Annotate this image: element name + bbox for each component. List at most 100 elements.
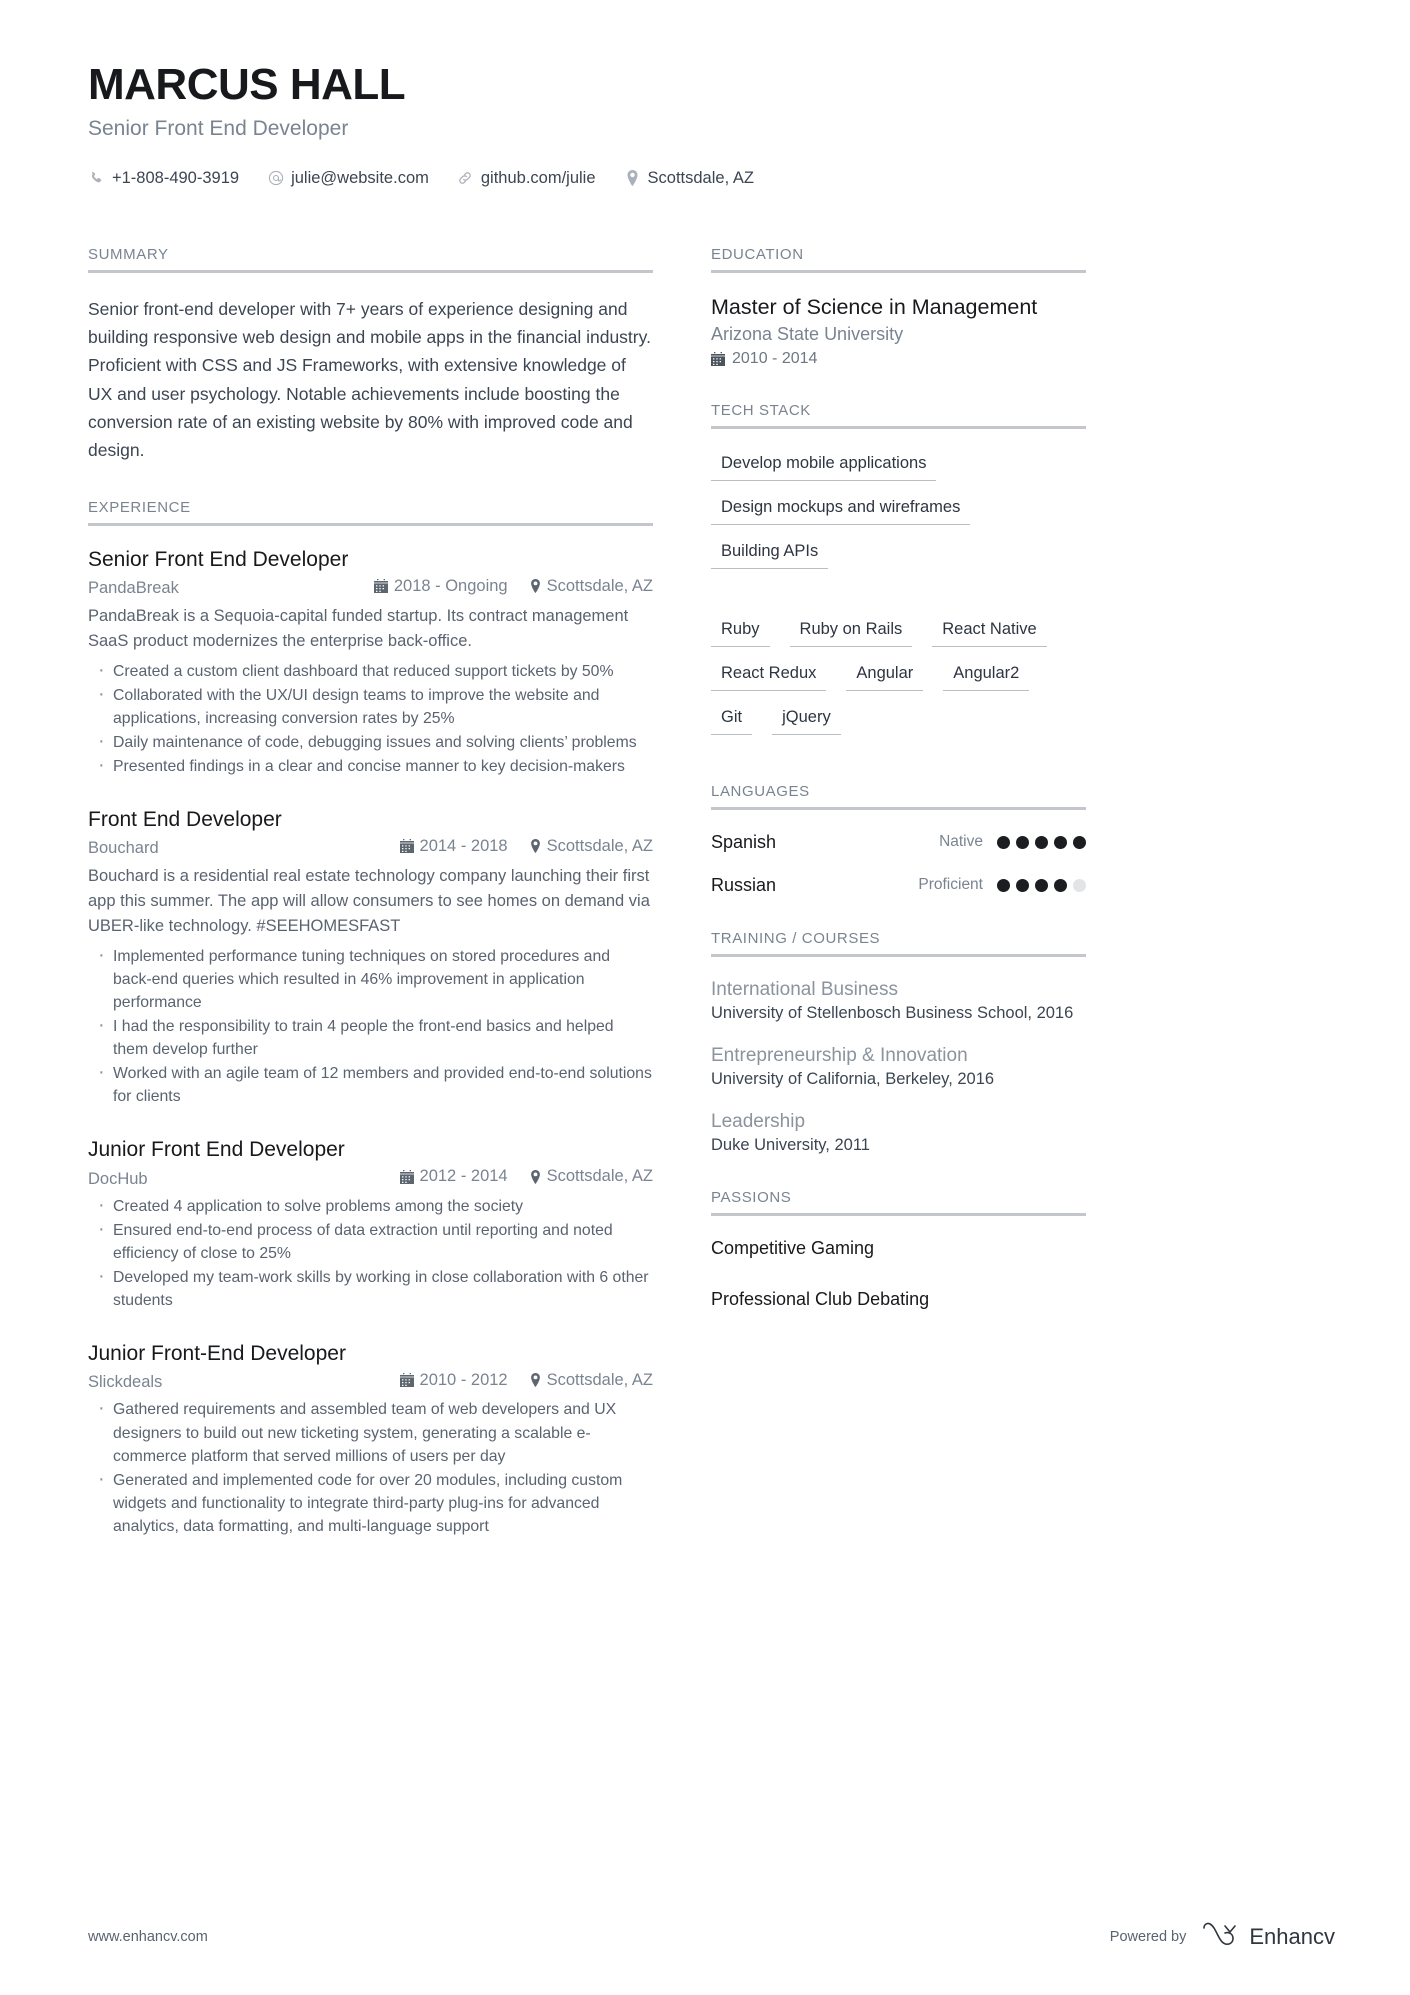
job-bullet: Daily maintenance of code, debugging iss… bbox=[88, 728, 653, 754]
tech-stack-skill[interactable]: Git bbox=[711, 705, 753, 735]
tech-stack-skill[interactable]: Angular2 bbox=[943, 661, 1030, 691]
job-bullet: Gathered requirements and assembled team… bbox=[88, 1395, 653, 1467]
tech-stack-section-title: TECH STACK bbox=[711, 402, 1086, 429]
passion-item: Professional Club Debating bbox=[711, 1288, 930, 1309]
location-pin-icon bbox=[624, 170, 641, 187]
training-item: Entrepreneurship & Innovation University… bbox=[711, 1045, 1086, 1089]
job-title: Junior Front-End Developer bbox=[88, 1341, 346, 1365]
contact-phone-value: +1-808-490-3919 bbox=[112, 168, 240, 187]
job-bullet: Ensured end-to-end process of data extra… bbox=[88, 1216, 653, 1265]
tech-stack-primary-list: Develop mobile applications Design mocku… bbox=[711, 451, 1086, 583]
rating-dot-empty bbox=[1073, 878, 1086, 892]
job-bullets: Implemented performance tuning technique… bbox=[88, 942, 653, 1108]
language-rating-dots bbox=[997, 835, 1086, 849]
education-date: 2010 - 2014 bbox=[711, 350, 1086, 368]
contact-location[interactable]: Scottsdale, AZ bbox=[624, 169, 754, 188]
job-bullet: Collaborated with the UX/UI design teams… bbox=[88, 681, 653, 730]
job-meta: Slickdeals 2010 - 2012 Scottsdale, AZ bbox=[88, 1371, 653, 1393]
job-date-value: 2012 - 2014 bbox=[419, 1167, 508, 1186]
experience-item: Junior Front-End Developer Slickdeals 20… bbox=[88, 1342, 653, 1538]
experience-item: Senior Front End Developer PandaBreak 20… bbox=[88, 548, 653, 778]
training-detail: University of California, Berkeley, 2016 bbox=[711, 1069, 995, 1088]
contact-email[interactable]: julie@website.com bbox=[267, 169, 429, 188]
language-level: Proficient bbox=[918, 876, 983, 894]
calendar-icon bbox=[399, 839, 414, 854]
tech-stack-section: TECH STACK Develop mobile applications D… bbox=[711, 402, 1086, 749]
job-date: 2010 - 2012 bbox=[399, 1370, 508, 1390]
language-item: Spanish Native bbox=[711, 832, 1086, 853]
job-date-value: 2010 - 2012 bbox=[419, 1370, 508, 1389]
education-section-title: EDUCATION bbox=[711, 246, 1086, 273]
footer-website[interactable]: www.enhancv.com bbox=[88, 1929, 208, 1945]
email-icon bbox=[267, 170, 284, 187]
resume-page: MARCUS HALL Senior Front End Developer +… bbox=[0, 0, 1410, 1995]
powered-by-label: Powered by bbox=[1109, 1929, 1187, 1945]
job-location-value: Scottsdale, AZ bbox=[546, 1370, 653, 1389]
job-date: 2014 - 2018 bbox=[399, 836, 508, 856]
job-company: Bouchard bbox=[88, 839, 159, 858]
calendar-icon bbox=[399, 1373, 414, 1388]
job-location-value: Scottsdale, AZ bbox=[546, 836, 653, 855]
experience-section-title: EXPERIENCE bbox=[88, 499, 653, 526]
location-pin-icon bbox=[530, 579, 541, 594]
contact-row: +1-808-490-3919 julie@website.com github… bbox=[88, 169, 1335, 188]
tech-stack-skill[interactable]: Ruby bbox=[711, 617, 770, 647]
summary-section-title: SUMMARY bbox=[88, 246, 653, 273]
rating-dot-filled bbox=[1016, 878, 1029, 892]
job-date-value: 2014 - 2018 bbox=[419, 836, 508, 855]
rating-dot-filled bbox=[997, 835, 1010, 849]
job-title: Senior Front End Developer bbox=[88, 547, 349, 571]
rating-dot-filled bbox=[1016, 835, 1029, 849]
language-name: Russian bbox=[711, 874, 777, 895]
job-bullets: Created 4 application to solve problems … bbox=[88, 1192, 653, 1312]
tech-stack-item[interactable]: Develop mobile applications bbox=[711, 451, 937, 481]
rating-dot-filled bbox=[1054, 878, 1067, 892]
passions-section: PASSIONS Competitive Gaming Professional… bbox=[711, 1189, 1086, 1310]
tech-stack-item[interactable]: Design mockups and wireframes bbox=[711, 495, 971, 525]
location-pin-icon bbox=[530, 1169, 541, 1184]
experience-item: Junior Front End Developer DocHub 2012 -… bbox=[88, 1138, 653, 1312]
training-detail: Duke University, 2011 bbox=[711, 1135, 870, 1154]
contact-location-value: Scottsdale, AZ bbox=[647, 168, 754, 187]
contact-link-value: github.com/julie bbox=[480, 168, 596, 187]
language-rating-dots bbox=[997, 878, 1086, 892]
education-degree: Master of Science in Management bbox=[711, 294, 1038, 319]
tech-stack-skill[interactable]: Angular bbox=[846, 661, 924, 691]
tech-stack-item[interactable]: Building APIs bbox=[711, 539, 829, 569]
job-company: PandaBreak bbox=[88, 579, 179, 598]
training-detail: University of Stellenbosch Business Scho… bbox=[711, 1003, 1074, 1022]
candidate-name: MARCUS HALL bbox=[88, 60, 406, 109]
training-name: Leadership bbox=[711, 1110, 806, 1132]
education-section: EDUCATION Master of Science in Managemen… bbox=[711, 246, 1086, 368]
language-item: Russian Proficient bbox=[711, 875, 1086, 896]
rating-dot-filled bbox=[1035, 878, 1048, 892]
tech-stack-skill[interactable]: React Native bbox=[932, 617, 1047, 647]
tech-stack-skill-list: Ruby Ruby on Rails React Native React Re… bbox=[711, 617, 1086, 749]
job-meta: DocHub 2012 - 2014 Scottsdale, AZ bbox=[88, 1167, 653, 1189]
contact-phone[interactable]: +1-808-490-3919 bbox=[88, 169, 239, 188]
tech-stack-skill[interactable]: React Redux bbox=[711, 661, 827, 691]
job-title: Front End Developer bbox=[88, 807, 282, 831]
education-item: Master of Science in Management Arizona … bbox=[711, 295, 1086, 368]
job-date: 2012 - 2014 bbox=[399, 1167, 508, 1186]
contact-email-value: julie@website.com bbox=[291, 168, 429, 187]
enhancv-logo-icon bbox=[1200, 1921, 1240, 1953]
location-pin-icon bbox=[530, 1373, 541, 1388]
summary-section: SUMMARY Senior front-end developer with … bbox=[88, 246, 653, 465]
job-location: Scottsdale, AZ bbox=[530, 837, 653, 856]
contact-link[interactable]: github.com/julie bbox=[457, 169, 596, 188]
phone-icon bbox=[88, 170, 105, 187]
powered-by-block: Powered by Enhancv bbox=[1110, 1921, 1335, 1953]
link-icon bbox=[457, 170, 474, 187]
calendar-icon bbox=[373, 579, 388, 594]
job-meta: Bouchard 2014 - 2018 Scottsdale, AZ bbox=[88, 837, 653, 859]
experience-item: Front End Developer Bouchard 2014 - 2018 bbox=[88, 808, 653, 1108]
rating-dot-filled bbox=[1073, 835, 1086, 849]
tech-stack-skill[interactable]: Ruby on Rails bbox=[789, 617, 913, 647]
training-name: Entrepreneurship & Innovation bbox=[711, 1044, 968, 1066]
job-bullet: Worked with an agile team of 12 members … bbox=[88, 1059, 653, 1108]
training-item: International Business University of Ste… bbox=[711, 979, 1086, 1023]
job-title: Junior Front End Developer bbox=[88, 1138, 345, 1162]
job-location-value: Scottsdale, AZ bbox=[546, 1167, 653, 1186]
tech-stack-skill[interactable]: jQuery bbox=[772, 705, 841, 735]
